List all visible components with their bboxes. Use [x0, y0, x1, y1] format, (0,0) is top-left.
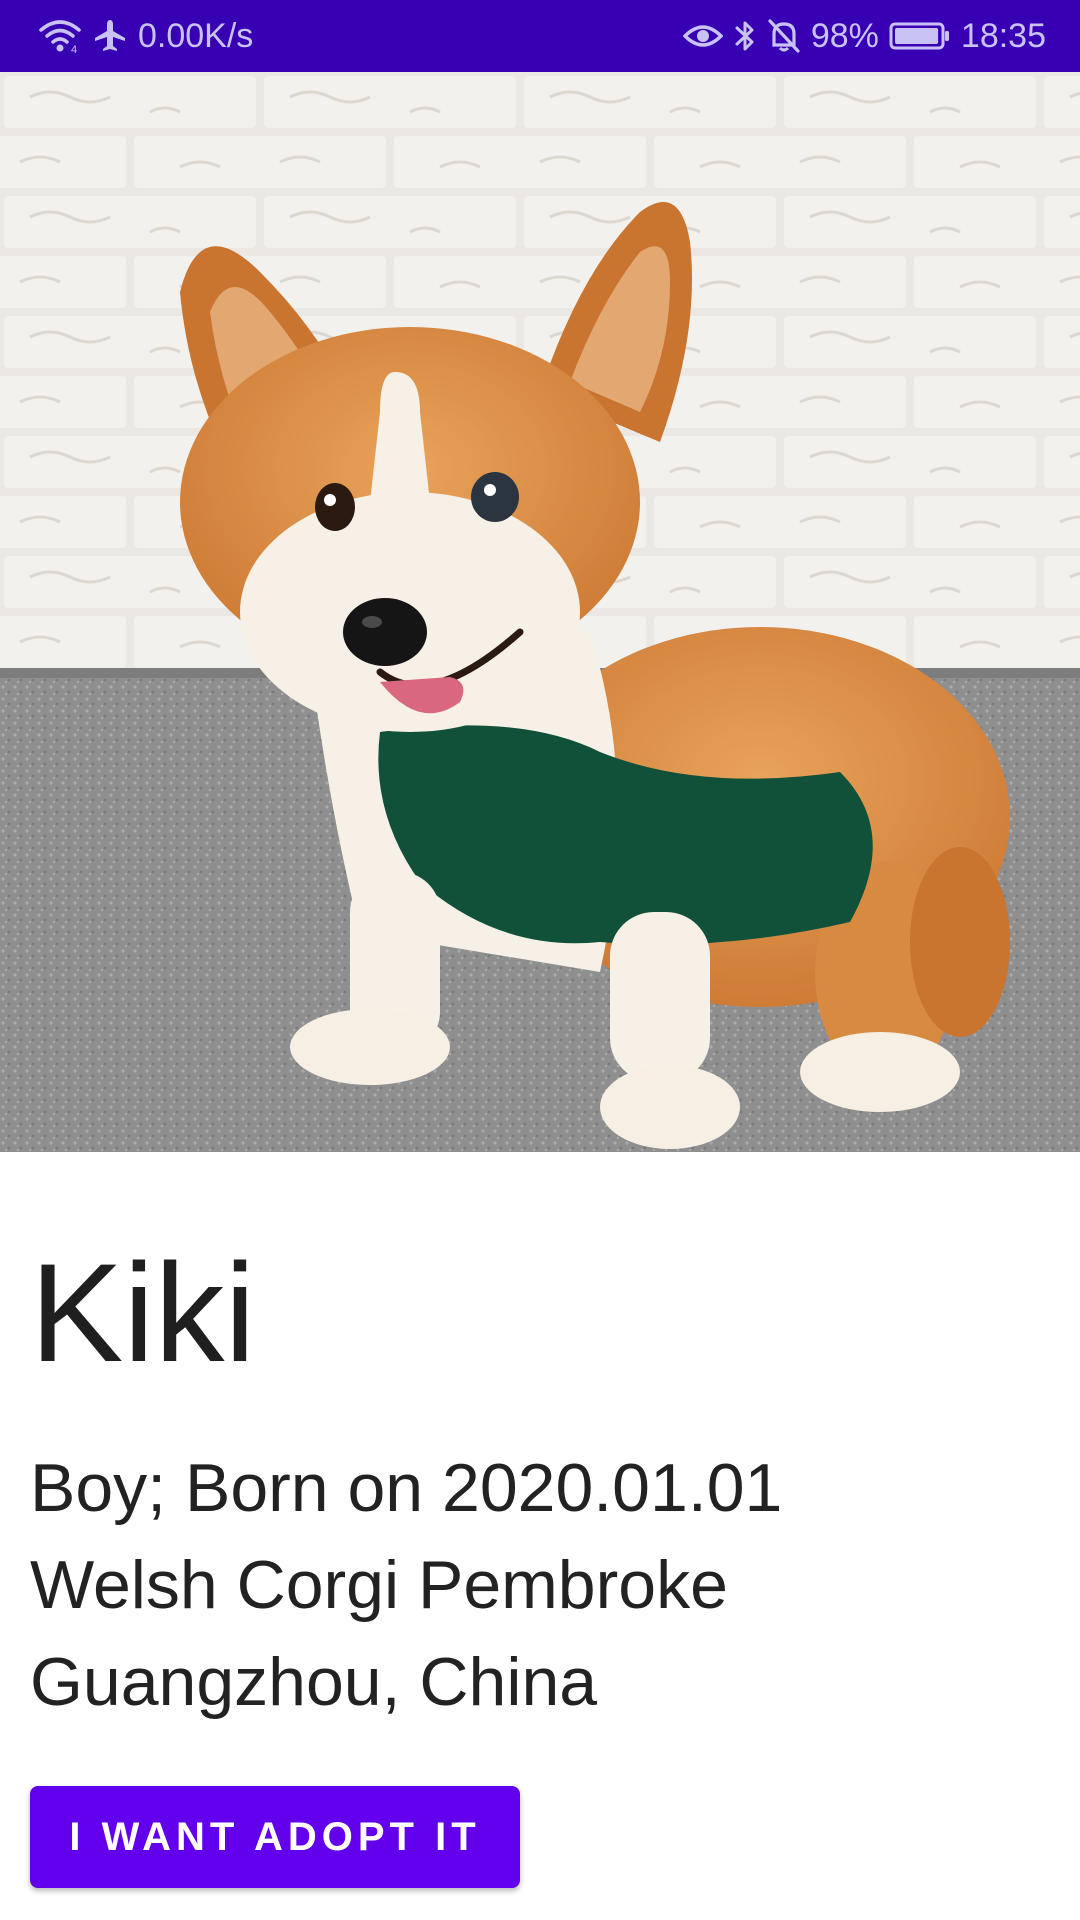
- status-bar-right: 98% 18:35: [682, 0, 1046, 72]
- pet-detail-screen: 4 0.00K/s 98% 18:35 Kiki Boy; Born on 20…: [0, 0, 1080, 1920]
- pet-photo: [0, 72, 1080, 1152]
- bluetooth-icon: [733, 18, 757, 54]
- clock: 18:35: [960, 16, 1046, 55]
- adopt-button[interactable]: I WANT ADOPT IT: [30, 1786, 520, 1888]
- pet-sex-birthdate: Boy; Born on 2020.01.01: [30, 1450, 783, 1526]
- wifi-icon: 4: [38, 18, 82, 54]
- pet-breed: Welsh Corgi Pembroke: [30, 1547, 728, 1623]
- pet-info-list: Boy; Born on 2020.01.01 Welsh Corgi Pemb…: [30, 1440, 782, 1731]
- battery-icon: [889, 21, 951, 51]
- corgi-photo-illustration: [0, 72, 1080, 1152]
- airplane-mode-icon: [92, 18, 128, 54]
- svg-text:4: 4: [71, 44, 77, 54]
- bell-muted-icon: [767, 18, 801, 54]
- pet-location: Guangzhou, China: [30, 1644, 598, 1720]
- battery-percent: 98%: [810, 16, 879, 55]
- status-bar-left: 4 0.00K/s: [38, 0, 253, 72]
- pet-name: Kiki: [30, 1234, 256, 1391]
- network-speed: 0.00K/s: [138, 16, 254, 55]
- status-bar: 4 0.00K/s 98% 18:35: [0, 0, 1080, 72]
- eye-comfort-icon: [682, 21, 723, 51]
